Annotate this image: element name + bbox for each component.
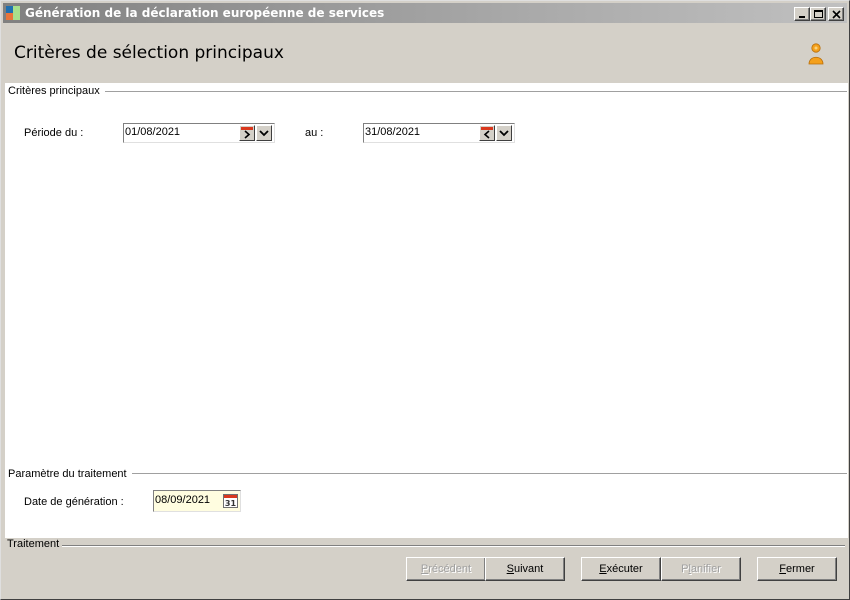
page-title: Critères de sélection principaux xyxy=(14,43,284,63)
previous-button[interactable]: Précédent xyxy=(406,557,486,581)
section-processing-params-label: Paramètre du traitement xyxy=(8,468,132,480)
period-to-field[interactable]: 31/08/2021 xyxy=(363,123,515,143)
user-icon xyxy=(808,43,824,65)
generation-date-label: Date de génération : xyxy=(24,496,124,508)
calendar-icon[interactable]: 31 xyxy=(223,493,239,509)
window-title: Génération de la déclaration européenne … xyxy=(25,6,385,20)
close-icon xyxy=(832,10,841,19)
calendar-day-number: 31 xyxy=(225,499,237,508)
close-window-button[interactable] xyxy=(828,7,844,21)
app-icon xyxy=(5,5,21,21)
period-from-dropdown[interactable] xyxy=(256,125,272,141)
period-from-label: Période du : xyxy=(24,127,84,139)
period-to-value: 31/08/2021 xyxy=(365,126,421,138)
app-window: Génération de la déclaration européenne … xyxy=(0,0,850,600)
calendar-prev-icon xyxy=(481,127,493,139)
maximize-button[interactable] xyxy=(810,7,826,21)
generation-date-value: 08/09/2021 xyxy=(155,494,211,506)
next-button[interactable]: Suivant xyxy=(485,557,565,581)
page-header: Critères de sélection principaux xyxy=(3,25,847,83)
period-to-label: au : xyxy=(305,127,324,139)
content-panel: Critères principaux Période du : 01/08/2… xyxy=(5,83,848,538)
section-main-criteria-label: Critères principaux xyxy=(8,85,105,97)
period-to-dropdown[interactable] xyxy=(496,125,512,141)
section-processing-divider xyxy=(7,545,845,547)
section-processing-params-divider xyxy=(8,473,847,474)
next-day-button[interactable] xyxy=(239,125,255,141)
execute-button[interactable]: Exécuter xyxy=(581,557,661,581)
period-from-value: 01/08/2021 xyxy=(125,126,181,138)
minimize-icon xyxy=(799,16,805,18)
previous-day-button[interactable] xyxy=(479,125,495,141)
schedule-button[interactable]: Planifier xyxy=(661,557,741,581)
generation-date-field[interactable]: 08/09/2021 31 xyxy=(153,490,241,512)
chevron-down-icon xyxy=(259,130,269,137)
close-button[interactable]: Fermer xyxy=(757,557,837,581)
title-bar[interactable]: Génération de la déclaration européenne … xyxy=(3,3,847,23)
chevron-down-icon xyxy=(499,130,509,137)
section-main-criteria-divider xyxy=(8,91,847,92)
maximize-icon xyxy=(814,10,823,18)
minimize-button[interactable] xyxy=(794,7,810,21)
section-processing-label: Traitement xyxy=(7,538,63,550)
footer: Traitement Précédent Suivant Exécuter Pl… xyxy=(3,538,849,598)
period-from-field[interactable]: 01/08/2021 xyxy=(123,123,275,143)
calendar-next-icon xyxy=(241,127,253,139)
